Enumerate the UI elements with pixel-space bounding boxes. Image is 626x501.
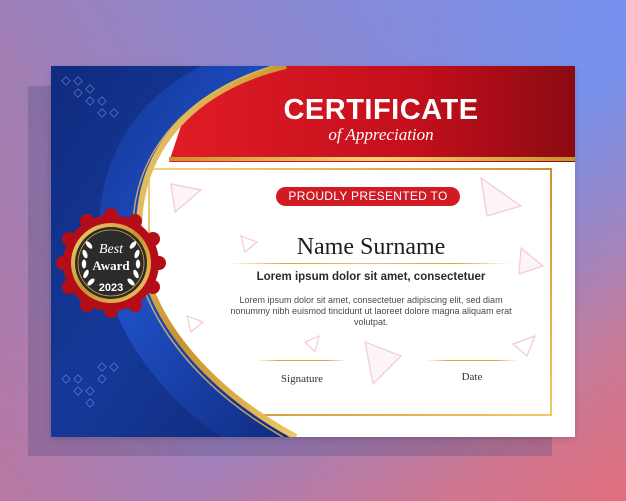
recipient-name: Name Surname: [296, 234, 446, 260]
award-badge-year: 2023: [98, 282, 124, 294]
name-underline: [229, 263, 511, 264]
presented-to-banner: PROUDLY PRESENTED TO: [276, 187, 460, 206]
certificate-card: CERTIFICATE of Appreciation PROUDLY PRES…: [51, 66, 575, 437]
award-badge-line2: Award: [92, 258, 130, 273]
certificate-headline: Lorem ipsum dolor sit amet, consectetuer: [256, 271, 486, 283]
signature-line: [256, 360, 348, 361]
date-line: [426, 360, 518, 361]
award-badge-line1: Best: [98, 242, 124, 257]
certificate-title: CERTIFICATE: [283, 94, 479, 126]
certificate-body-text: Lorem ipsum dolor sit amet, consectetuer…: [230, 295, 512, 327]
signature-label: Signature: [280, 373, 324, 385]
date-label: Date: [461, 371, 483, 383]
certificate-subtitle: of Appreciation: [328, 125, 434, 144]
